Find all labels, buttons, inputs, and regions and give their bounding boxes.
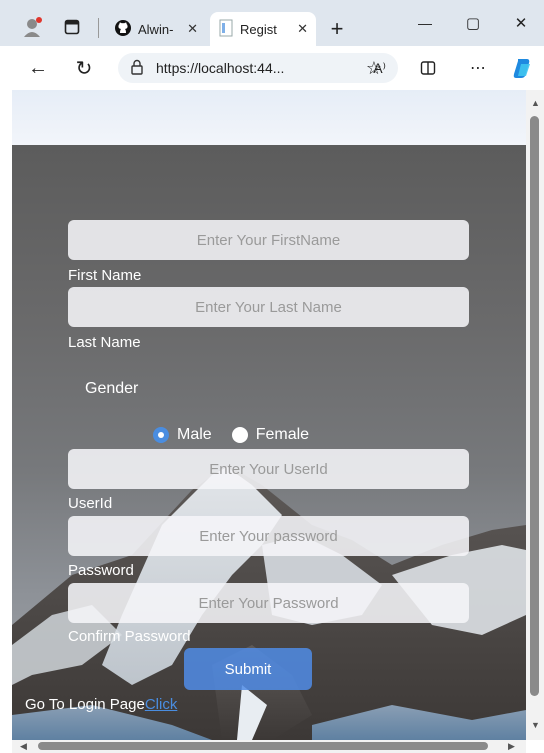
male-radio-label[interactable]: Male [177, 426, 212, 444]
copilot-icon[interactable] [508, 55, 536, 81]
tab-actions-icon[interactable] [60, 14, 84, 40]
split-screen-icon[interactable] [416, 56, 440, 80]
firstname-input[interactable] [68, 220, 469, 260]
tab-github[interactable]: Alwin- ✕ [106, 12, 206, 46]
page-icon [218, 19, 234, 40]
url-text: https://localhost:44... [156, 60, 285, 76]
password-label: Password [68, 562, 134, 579]
female-radio[interactable] [231, 427, 248, 443]
confirm-password-input[interactable] [68, 583, 469, 623]
submit-button[interactable]: Submit [184, 648, 312, 690]
address-bar[interactable]: https://localhost:44... A⁾ [118, 53, 398, 83]
userid-label: UserId [68, 495, 113, 512]
female-radio-label[interactable]: Female [256, 426, 309, 444]
horizontal-scroll-thumb[interactable] [38, 742, 488, 750]
new-tab-button[interactable]: + [324, 16, 350, 42]
tab-title: Regist [240, 21, 277, 37]
vertical-scrollbar[interactable]: ▲ ▼ [526, 90, 544, 740]
gender-radio-group: Male Female [153, 423, 309, 447]
userid-input[interactable] [68, 449, 469, 489]
scroll-left-icon[interactable]: ◀ [20, 741, 27, 752]
browser-chrome: Alwin- ✕ Regist ✕ + — ▢ ✕ ← ↻ https://lo… [0, 0, 544, 90]
male-radio[interactable] [153, 427, 169, 443]
maximize-button[interactable]: ▢ [460, 10, 486, 36]
lastname-label: Last Name [68, 334, 141, 351]
password-input[interactable] [68, 516, 469, 556]
nav-bar: ← ↻ https://localhost:44... A⁾ ☆ ⋯ [0, 46, 544, 90]
github-icon [114, 19, 132, 40]
profile-icon[interactable] [20, 14, 46, 40]
login-link[interactable]: Click [145, 696, 178, 713]
page-viewport: First Name Last Name Gender Male Female … [12, 90, 526, 740]
gender-label: Gender [85, 380, 139, 397]
tab-divider [98, 18, 99, 38]
close-tab-icon[interactable]: ✕ [187, 21, 198, 37]
refresh-icon[interactable]: ↻ [72, 56, 96, 80]
login-prompt-text: Go To Login Page [25, 696, 145, 713]
tab-title: Alwin- [138, 21, 174, 37]
scroll-down-icon[interactable]: ▼ [531, 720, 540, 730]
close-window-button[interactable]: ✕ [508, 10, 534, 36]
horizontal-scrollbar[interactable]: ◀ ▶ [12, 740, 526, 753]
page-header-band [12, 90, 526, 145]
lock-icon [130, 59, 144, 78]
scroll-right-icon[interactable]: ▶ [508, 741, 515, 752]
more-options-icon[interactable]: ⋯ [466, 56, 490, 80]
login-prompt: Go To Login PageClick [25, 696, 177, 713]
tab-register[interactable]: Regist ✕ [210, 12, 316, 46]
minimize-button[interactable]: — [412, 10, 438, 36]
lastname-input[interactable] [68, 287, 469, 327]
firstname-label: First Name [68, 267, 142, 284]
favorite-star-icon[interactable]: ☆ [362, 56, 386, 80]
confirm-password-label: Confirm Password [68, 628, 191, 645]
scroll-up-icon[interactable]: ▲ [531, 98, 540, 108]
close-tab-icon[interactable]: ✕ [297, 21, 308, 37]
back-icon[interactable]: ← [26, 56, 50, 80]
vertical-scroll-thumb[interactable] [530, 116, 539, 696]
tab-bar: Alwin- ✕ Regist ✕ + — ▢ ✕ [0, 0, 544, 46]
